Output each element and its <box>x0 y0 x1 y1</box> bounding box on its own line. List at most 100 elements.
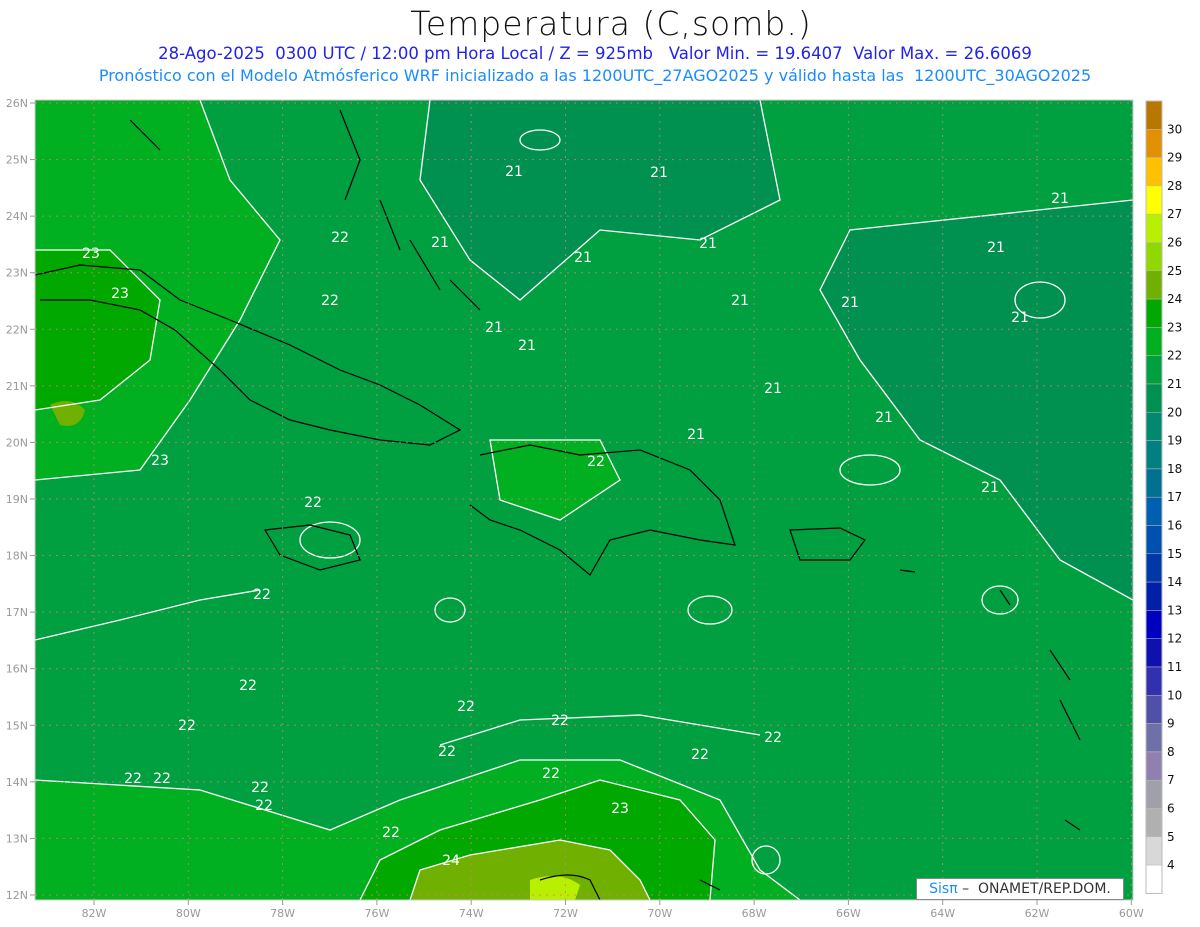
colorbar-swatch <box>1145 440 1163 470</box>
colorbar-swatch <box>1145 327 1163 356</box>
colorbar-label: 16 <box>1167 519 1182 533</box>
colorbar-swatch <box>1145 723 1163 753</box>
colorbar-label: 8 <box>1167 745 1175 759</box>
colorbar-label: 21 <box>1167 377 1182 391</box>
contour-label: 23 <box>82 246 100 262</box>
contour-label: 22 <box>153 771 171 787</box>
colorbar-label: 14 <box>1167 575 1182 589</box>
colorbar-label: 28 <box>1167 179 1182 193</box>
contour-label: 21 <box>505 164 523 180</box>
colorbar-label: 27 <box>1167 207 1182 221</box>
contour-label: 22 <box>382 825 400 841</box>
lat-tick-label: 24N <box>6 210 28 223</box>
credit-box: Sisπ – ONAMET/REP.DOM. <box>916 878 1124 900</box>
colorbar-swatch <box>1145 779 1163 809</box>
model-info-subtitle: Pronóstico con el Modelo Atmósferico WRF… <box>98 66 1092 85</box>
colorbar-swatch <box>1145 553 1163 583</box>
colorbar-swatch <box>1145 468 1163 498</box>
colorbar-swatch <box>1145 610 1163 639</box>
contour-label: 22 <box>331 230 349 246</box>
colorbar-label: 20 <box>1167 405 1182 419</box>
sispi-logo: Sisπ <box>929 881 958 897</box>
colorbar-label: 18 <box>1167 462 1182 476</box>
colorbar-label: 15 <box>1167 547 1182 561</box>
contour-label: 23 <box>111 286 129 302</box>
colorbar-label: 29 <box>1167 151 1182 165</box>
lat-tick-label: 18N <box>6 550 28 563</box>
contour-label: 21 <box>987 240 1005 256</box>
contour-label: 23 <box>611 801 629 817</box>
colorbar-label: 11 <box>1167 660 1182 674</box>
lon-tick-label: 80W <box>176 907 201 920</box>
map-title: Temperatura (C,somb.) <box>410 4 812 43</box>
colorbar-swatch <box>1145 525 1163 555</box>
contour-label: 21 <box>687 427 705 443</box>
colorbar-label: 26 <box>1167 236 1182 250</box>
contour-label: 22 <box>255 798 273 814</box>
contour-label: 24 <box>442 853 460 869</box>
contour-label: 22 <box>251 780 269 796</box>
lat-tick-label: 23N <box>6 267 28 280</box>
lon-tick-label: 72W <box>553 907 578 920</box>
colorbar-swatch <box>1145 581 1163 611</box>
contour-label: 22 <box>438 744 456 760</box>
contour-label: 21 <box>431 235 449 251</box>
colorbar-label: 30 <box>1167 122 1182 136</box>
colorbar-label: 25 <box>1167 264 1182 278</box>
contour-label: 22 <box>542 766 560 782</box>
colorbar-swatch <box>1145 383 1163 413</box>
lon-tick-label: 60W <box>1119 907 1144 920</box>
contour-label: 21 <box>1051 191 1069 207</box>
lon-tick-label: 74W <box>459 907 484 920</box>
contour-label: 21 <box>650 165 668 181</box>
lat-tick-label: 14N <box>6 776 28 789</box>
contour-label: 22 <box>239 678 257 694</box>
contour-label: 21 <box>875 410 893 426</box>
contour-label: 22 <box>321 293 339 309</box>
colorbar-swatch <box>1145 129 1163 158</box>
colorbar-swatch <box>1145 213 1163 243</box>
credit-text: – ONAMET/REP.DOM. <box>957 881 1111 897</box>
contour-label: 21 <box>731 293 749 309</box>
contour-label: 21 <box>1011 310 1029 326</box>
contour-label: 22 <box>551 713 569 729</box>
contour-label: 22 <box>457 699 475 715</box>
colorbar-swatch <box>1145 695 1163 724</box>
colorbar-label: 17 <box>1167 490 1182 504</box>
temperature-map: 21 21 21 21 21 21 21 21 21 21 21 21 21 21 21 21 22 22 22 22… <box>6 97 1183 920</box>
colorbar-swatch <box>1145 836 1163 866</box>
lon-tick-label: 66W <box>836 907 861 920</box>
contour-label: 21 <box>574 250 592 266</box>
colorbar-swatch <box>1145 864 1163 894</box>
colorbar-label: 7 <box>1167 773 1175 787</box>
colorbar-swatch <box>1145 412 1163 441</box>
colorbar-swatch <box>1145 242 1163 272</box>
colorbar-swatch <box>1145 270 1163 300</box>
lat-tick-label: 15N <box>6 719 28 732</box>
contour-label: 22 <box>124 771 142 787</box>
colorbar-label: 6 <box>1167 802 1175 816</box>
map-plot-area: 21 21 21 21 21 21 21 21 21 21 21 21 21 21 21 21 22 22 22 22… <box>35 100 1133 900</box>
lat-tick-label: 20N <box>6 436 28 449</box>
colorbar-label: 13 <box>1167 603 1182 617</box>
contour-label: 21 <box>841 295 859 311</box>
colorbar-swatch <box>1145 157 1163 187</box>
lon-tick-label: 68W <box>742 907 767 920</box>
contour-label: 22 <box>764 730 782 746</box>
lat-tick-label: 26N <box>6 97 28 110</box>
contour-label: 21 <box>699 236 717 252</box>
contour-label: 23 <box>151 453 169 469</box>
colorbar-label: 24 <box>1167 292 1182 306</box>
lon-tick-label: 76W <box>364 907 389 920</box>
contour-label: 21 <box>764 381 782 397</box>
lat-tick-label: 13N <box>6 832 28 845</box>
colorbar-swatch <box>1145 666 1163 696</box>
lon-tick-label: 64W <box>930 907 955 920</box>
lat-tick-label: 25N <box>6 154 28 167</box>
colorbar-label: 22 <box>1167 349 1182 363</box>
colorbar-swatch <box>1145 638 1163 668</box>
forecast-time-subtitle: 28-Ago-2025 0300 UTC / 12:00 pm Hora Loc… <box>158 44 1032 63</box>
lon-tick-label: 82W <box>82 907 107 920</box>
colorbar-swatch <box>1145 100 1163 130</box>
colorbar-swatch <box>1145 355 1163 385</box>
